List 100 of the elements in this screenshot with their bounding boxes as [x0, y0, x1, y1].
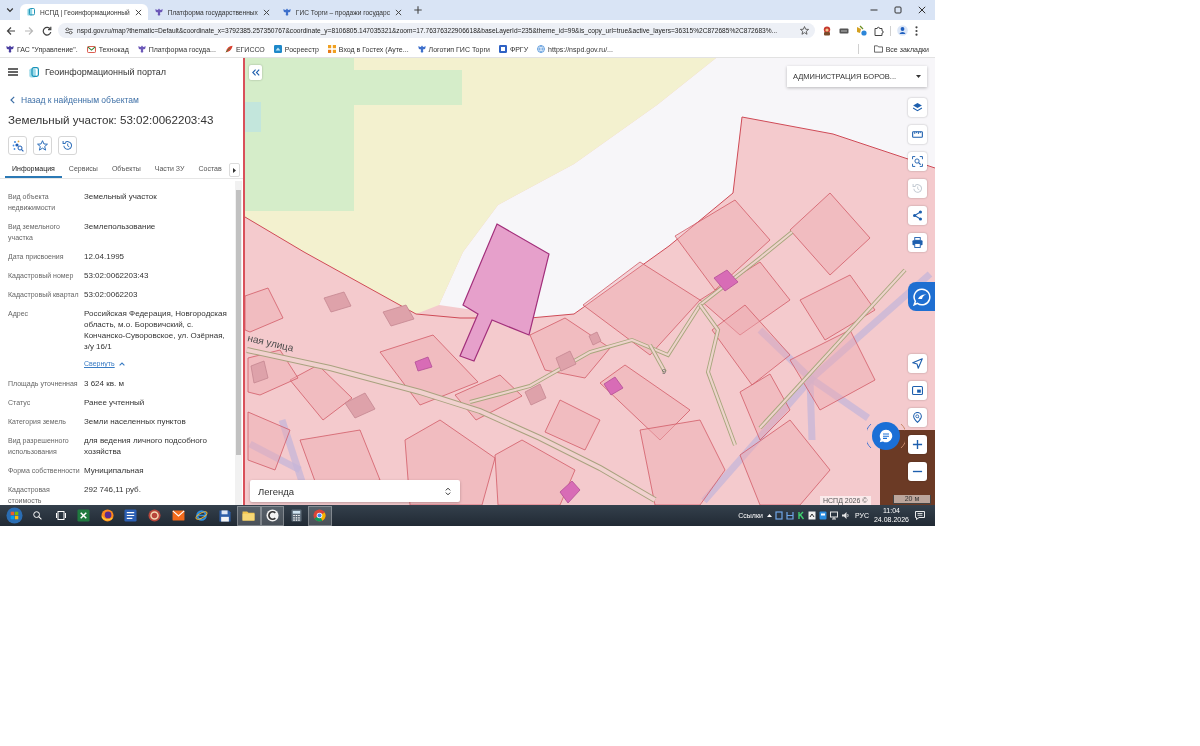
envelope-icon — [86, 45, 96, 53]
back-link[interactable]: Назад к найденным объектам — [10, 92, 139, 108]
envelope-icon — [171, 510, 185, 521]
building — [323, 291, 352, 313]
close-icon[interactable] — [395, 8, 402, 16]
extension-icon[interactable] — [856, 25, 867, 36]
document-icon — [124, 509, 138, 522]
notification-icon[interactable] — [915, 511, 925, 520]
minimize-icon[interactable] — [870, 6, 878, 14]
property-value: Земли населенных пунктов — [84, 416, 187, 427]
tray-app-icon[interactable] — [818, 511, 827, 520]
taskbar-button[interactable] — [307, 505, 332, 526]
taskbar-button[interactable] — [237, 505, 261, 526]
scrollbar-thumb[interactable] — [236, 190, 241, 455]
emblem-icon — [6, 45, 14, 53]
property-value: Российская Федерация, Новгородская область, м.о. Боровичский, с. Кончанско-Суворовское, ул. Озёрная, з/у 16/1 — [84, 308, 228, 352]
building — [713, 269, 739, 292]
legend-select[interactable]: Легенда — [250, 480, 460, 502]
property-value: 53:02:0062203:43 — [84, 270, 150, 281]
minimap-button[interactable] — [908, 381, 927, 400]
pin-magnifier-icon — [912, 412, 923, 423]
plus-icon — [912, 439, 923, 450]
zoom-out-button[interactable] — [908, 462, 927, 481]
caret-up-icon[interactable] — [766, 514, 772, 517]
emblem-icon — [137, 45, 146, 53]
search-icon[interactable] — [33, 511, 42, 520]
property-value: 292 746,11 руб. — [84, 484, 142, 495]
globe-icon — [537, 45, 546, 53]
calculator-icon — [290, 509, 302, 522]
minimap-icon — [912, 385, 923, 396]
profile-icon[interactable] — [897, 25, 908, 36]
taskbar-button[interactable] — [260, 505, 285, 526]
building — [414, 356, 433, 372]
close-icon[interactable] — [918, 6, 926, 14]
spreadsheet-icon — [77, 509, 91, 522]
street-label: ная улица — [246, 332, 295, 354]
property-value: 53:02:0062203 — [84, 289, 139, 300]
chevron-left-icon — [10, 96, 15, 104]
zoom-in-button[interactable] — [908, 435, 927, 454]
tray-app-icon[interactable] — [829, 511, 838, 520]
reload-icon[interactable] — [42, 25, 52, 36]
chevron-down-icon[interactable] — [6, 6, 14, 14]
folder-icon — [873, 45, 883, 53]
property-value: 3 624 кв. м — [84, 378, 125, 389]
portal-title: Геоинформационный портал — [45, 67, 166, 77]
plus-icon[interactable] — [414, 6, 422, 14]
building — [250, 360, 269, 384]
logo-icon — [29, 66, 39, 78]
tray-app-icon[interactable] — [796, 511, 805, 520]
property-value: Земельный участок — [84, 191, 158, 202]
locate-button[interactable] — [908, 354, 927, 373]
folder-icon — [242, 510, 256, 521]
building — [559, 480, 581, 504]
area-select-button[interactable] — [908, 152, 927, 171]
tabs-scroll-button[interactable] — [229, 163, 240, 177]
favorite-button[interactable] — [33, 136, 52, 155]
tray-app-icon[interactable] — [840, 511, 849, 520]
assistant-button[interactable] — [908, 282, 935, 311]
puzzle-icon[interactable] — [874, 25, 884, 36]
double-chevron-left-icon — [251, 69, 260, 76]
tiles-icon — [327, 45, 336, 53]
dots-magnifier-icon — [11, 139, 24, 152]
start-orb-icon[interactable] — [6, 507, 23, 524]
land-parcel — [245, 287, 284, 333]
ring-icon — [266, 509, 280, 522]
kebab-menu-icon[interactable] — [915, 25, 918, 36]
close-icon[interactable] — [134, 8, 142, 16]
building — [603, 376, 624, 396]
place-search-button[interactable] — [908, 408, 927, 427]
emblem-icon — [282, 8, 291, 16]
building — [555, 350, 577, 372]
building — [382, 304, 415, 327]
chat-icon — [879, 429, 893, 443]
menu-icon[interactable] — [8, 68, 18, 76]
property-value: Муниципальная — [84, 465, 145, 476]
history-button[interactable] — [58, 136, 77, 155]
square-logo-icon — [273, 45, 282, 53]
maximize-icon[interactable] — [894, 6, 902, 14]
chevron-up-icon — [118, 361, 125, 366]
building — [524, 383, 547, 406]
site-settings-icon[interactable] — [65, 26, 73, 35]
collapse-panel-button[interactable] — [249, 65, 262, 80]
building — [588, 331, 602, 346]
share-button[interactable] — [908, 206, 927, 225]
back-arrow-icon[interactable] — [6, 25, 16, 36]
speech-bubble-icon — [912, 287, 931, 306]
close-icon[interactable] — [262, 8, 270, 16]
print-button[interactable] — [908, 233, 927, 252]
star-icon[interactable] — [800, 26, 809, 35]
navigation-arrow-icon — [912, 358, 923, 369]
tray-app-icon[interactable] — [807, 511, 816, 520]
extension-icon[interactable] — [822, 25, 832, 36]
layers-button[interactable] — [908, 98, 927, 117]
leaf-icon — [224, 45, 233, 53]
nearby-search-button[interactable] — [8, 136, 27, 155]
task-view-icon[interactable] — [55, 511, 66, 520]
square-logo-icon — [498, 45, 507, 53]
measure-button[interactable] — [908, 125, 927, 144]
property-value: для ведения личного подсобного хозяйства — [84, 435, 208, 457]
extension-icon[interactable] — [839, 26, 849, 35]
